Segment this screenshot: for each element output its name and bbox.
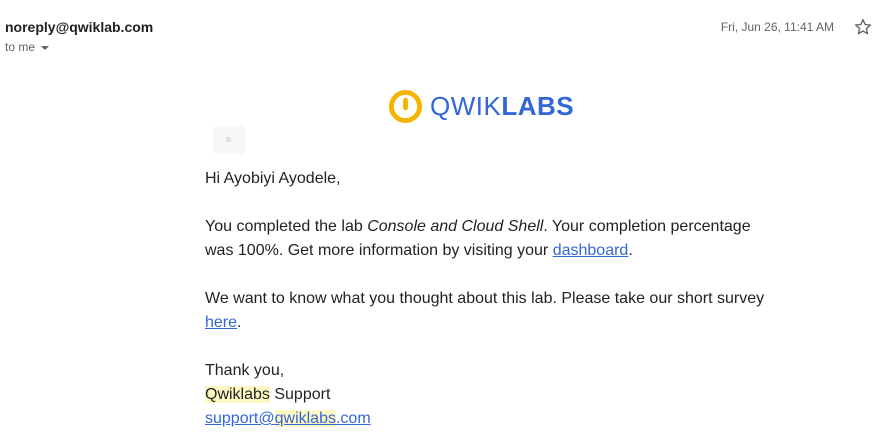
support-email-user: support@ [205,410,275,427]
greeting-text: Hi Ayobiyi Ayodele, [205,170,341,187]
survey-link[interactable]: here [205,314,237,331]
completion-text-start: You completed the lab [205,218,368,235]
qwiklabs-logo: QWIKLABS [388,88,574,124]
email-body: Hi Ayobiyi Ayodele, You completed the la… [205,167,765,431]
support-email-domain: qwiklabs [274,410,336,427]
support-email-link[interactable]: support@qwiklabs.com [205,410,371,427]
recipient-label: to me [5,40,36,54]
survey-text: We want to know what you thought about t… [205,290,765,307]
image-placeholder [213,126,245,154]
signature-team: Support [269,386,331,403]
support-email-tld: .com [335,410,371,427]
dashboard-link[interactable]: dashboard [553,242,629,259]
greeting: Hi Ayobiyi Ayodele, [205,167,765,191]
star-icon[interactable] [853,17,873,37]
email-header: noreply@qwiklab.com to me Fri, Jun 26, 1… [0,0,883,60]
logo-wordmark: QWIKLABS [430,93,574,119]
completion-text-end: . [628,242,633,259]
logo-text-light: QWIK [430,91,502,121]
signoff-text: Thank you, [205,362,285,379]
caret-down-icon [41,45,50,50]
qwiklabs-logo-icon [388,89,423,123]
survey-paragraph: We want to know what you thought about t… [205,287,765,335]
survey-text-end: . [237,314,242,331]
signature: Thank you, Qwiklabs Support support@qwikla… [205,359,765,431]
logo-text-bold: LABS [501,91,575,121]
sender-address[interactable]: noreply@qwiklab.com [5,19,153,35]
completion-paragraph: You completed the lab Console and Cloud … [205,215,765,263]
signature-brand: Qwiklabs [205,386,270,403]
lab-name: Console and Cloud Shell [367,218,544,235]
email-date: Fri, Jun 26, 11:41 AM [720,20,834,34]
recipient-details-toggle[interactable]: to me [5,40,50,54]
